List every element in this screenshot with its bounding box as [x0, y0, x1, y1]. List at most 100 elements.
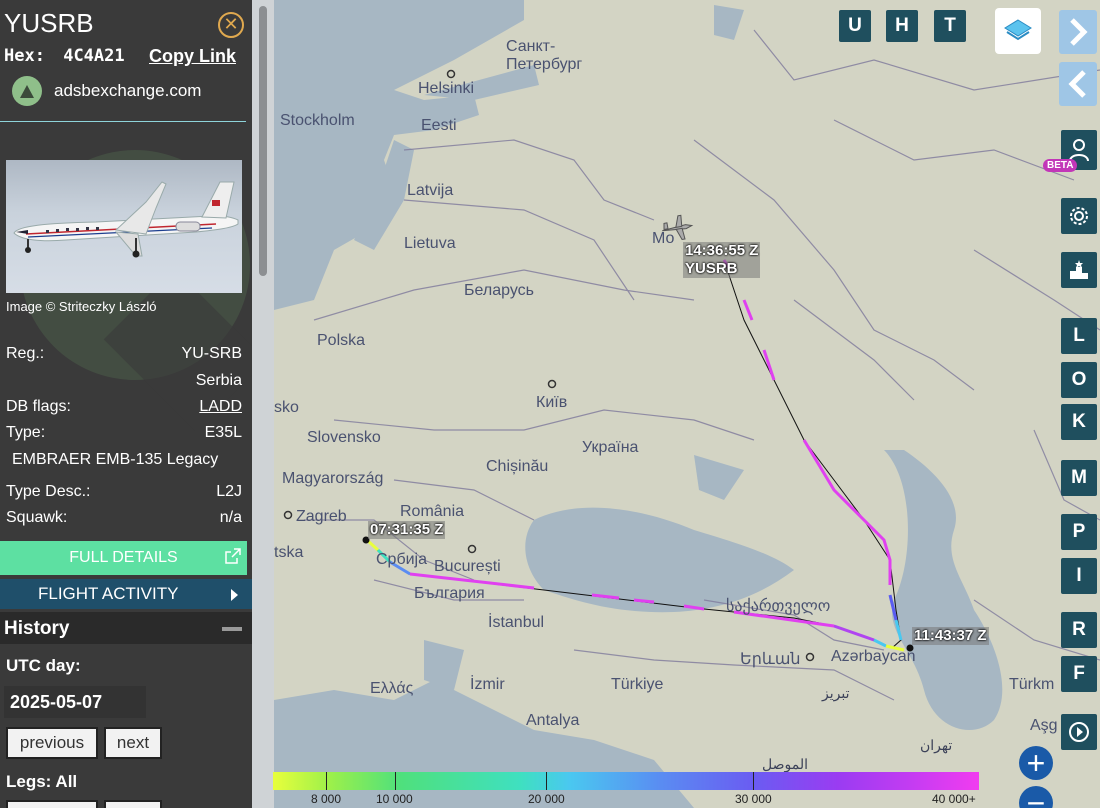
legend-label: 8 000 — [311, 792, 342, 806]
chevron-right-icon — [1070, 18, 1088, 46]
start-time-label[interactable]: 07:31:35 Z — [368, 521, 446, 539]
h-button[interactable]: H — [886, 10, 918, 42]
legs-label: Legs: All — [6, 772, 78, 791]
m-button[interactable]: M — [1061, 460, 1097, 496]
map-label: Antalya — [526, 712, 580, 729]
sidebar-scrollbar[interactable] — [252, 0, 274, 808]
map-label: الموصل — [762, 756, 808, 772]
site-name: adsbexchange.com — [54, 81, 202, 100]
copy-link[interactable]: Copy Link — [149, 46, 236, 67]
type-full-name: EMBRAER EMB-135 Legacy — [12, 451, 219, 468]
mid-time-label[interactable]: 11:43:37 Z — [912, 627, 989, 645]
map-label: Türkm — [1009, 676, 1055, 693]
squawk: n/a — [219, 509, 242, 526]
aircraft-info-sidebar: YUSRB ✕ Hex: 4C4A21 Copy Link adsbexchan… — [0, 0, 252, 808]
type-label: Type: — [6, 424, 46, 441]
map-label: Санкт- Петербург — [506, 38, 583, 73]
map-label: Zagreb — [296, 508, 347, 525]
type-row: Type: E35L — [6, 424, 242, 442]
u-button[interactable]: U — [839, 10, 871, 42]
t-button[interactable]: T — [934, 10, 966, 42]
current-time: 14:36:55 Z — [685, 242, 759, 259]
hex-code: 4C4A21 — [63, 46, 125, 66]
reg-row: Reg.: YU-SRB — [6, 345, 242, 363]
map-label: Magyarország — [282, 470, 384, 487]
full-details-label: FULL DETAILS — [69, 549, 178, 566]
map-label: İstanbul — [488, 614, 545, 631]
country-row: Serbia — [6, 372, 242, 390]
type-desc-row: Type Desc.: L2J — [6, 483, 242, 501]
map-label: Мо — [652, 230, 675, 247]
history-header[interactable]: History — [0, 612, 252, 644]
f-button[interactable]: F — [1061, 656, 1097, 692]
type-code: E35L — [204, 424, 242, 441]
map-label: Lietuva — [404, 235, 456, 252]
map-label: Polska — [317, 332, 366, 349]
map-label: Երևան — [740, 651, 801, 668]
replay-button[interactable] — [1061, 714, 1097, 750]
full-details-button[interactable]: FULL DETAILS — [0, 541, 247, 575]
map-label: İzmir — [470, 676, 505, 693]
aircraft-callsign: YUSRB — [4, 8, 94, 38]
map-label: Ελλάς — [370, 680, 414, 697]
map-label: Eesti — [421, 117, 457, 134]
map-label: تهران — [920, 737, 953, 753]
o-button[interactable]: O — [1061, 362, 1097, 398]
external-link-icon — [225, 548, 241, 564]
p-button[interactable]: P — [1061, 514, 1097, 550]
collapse-icon[interactable] — [222, 627, 242, 631]
scroll-thumb[interactable] — [259, 6, 267, 276]
map-label: tska — [274, 544, 304, 561]
map-label: България — [414, 585, 485, 602]
r-button[interactable]: R — [1061, 612, 1097, 648]
settings-button[interactable] — [1061, 198, 1097, 234]
map-view[interactable]: Санкт- Петербург Helsinki Stockholm Eest… — [274, 0, 1100, 808]
gear-icon — [1070, 207, 1088, 225]
divider — [0, 121, 246, 122]
hex-label: Hex: — [4, 46, 45, 66]
legend-label: 30 000 — [735, 792, 772, 806]
db-flags-label: DB flags: — [6, 398, 71, 415]
map-label: Helsinki — [418, 80, 475, 97]
previous-button[interactable]: previous — [6, 727, 98, 759]
adsbexchange-link[interactable]: adsbexchange.com — [12, 76, 201, 106]
db-flags-row: DB flags: LADD — [6, 398, 242, 416]
type-desc-label: Type Desc.: — [6, 483, 91, 500]
utc-day-label: UTC day: — [6, 656, 81, 675]
l-button[interactable]: L — [1061, 318, 1097, 354]
legend-tick — [326, 772, 327, 790]
map-label: Türkiye — [611, 676, 664, 693]
leg-button[interactable] — [104, 800, 162, 808]
current-callsign: YUSRB — [685, 260, 738, 277]
date-field[interactable]: 2025-05-07 — [4, 686, 146, 718]
hex-row: Hex: 4C4A21 — [4, 46, 125, 66]
legend-tick — [753, 772, 754, 790]
map-label: تبریز — [822, 685, 850, 701]
current-position-label[interactable]: 14:36:55 Z YUSRB — [683, 242, 761, 278]
map-label: Србија — [376, 551, 428, 568]
flight-activity-button[interactable]: FLIGHT ACTIVITY — [0, 579, 252, 609]
expand-right-button[interactable] — [1059, 10, 1097, 54]
leaderboard-button[interactable] — [1061, 252, 1097, 288]
reg-label: Reg.: — [6, 345, 45, 362]
map-label: București — [434, 558, 501, 575]
chevron-right-icon — [231, 589, 238, 601]
expand-left-button[interactable] — [1059, 62, 1097, 106]
map-label: Aşg — [1030, 717, 1058, 734]
i-button[interactable]: I — [1061, 558, 1097, 594]
legend-label: 40 000+ — [932, 792, 976, 806]
beta-badge: BETA — [1043, 159, 1078, 172]
map-label: Беларусь — [464, 282, 534, 299]
close-icon[interactable]: ✕ — [218, 12, 244, 38]
layers-button[interactable] — [995, 8, 1041, 54]
next-button[interactable]: next — [104, 727, 162, 759]
leg-button[interactable] — [6, 800, 98, 808]
map-label: Stockholm — [280, 112, 355, 129]
zoom-in-button[interactable]: + — [1019, 746, 1053, 780]
map-label: Latvija — [407, 182, 454, 199]
k-button[interactable]: K — [1061, 404, 1097, 440]
map-label: România — [400, 503, 465, 520]
aircraft-photo[interactable] — [6, 160, 242, 293]
adsbexchange-logo-icon — [12, 76, 42, 106]
db-flags-link[interactable]: LADD — [199, 398, 242, 416]
